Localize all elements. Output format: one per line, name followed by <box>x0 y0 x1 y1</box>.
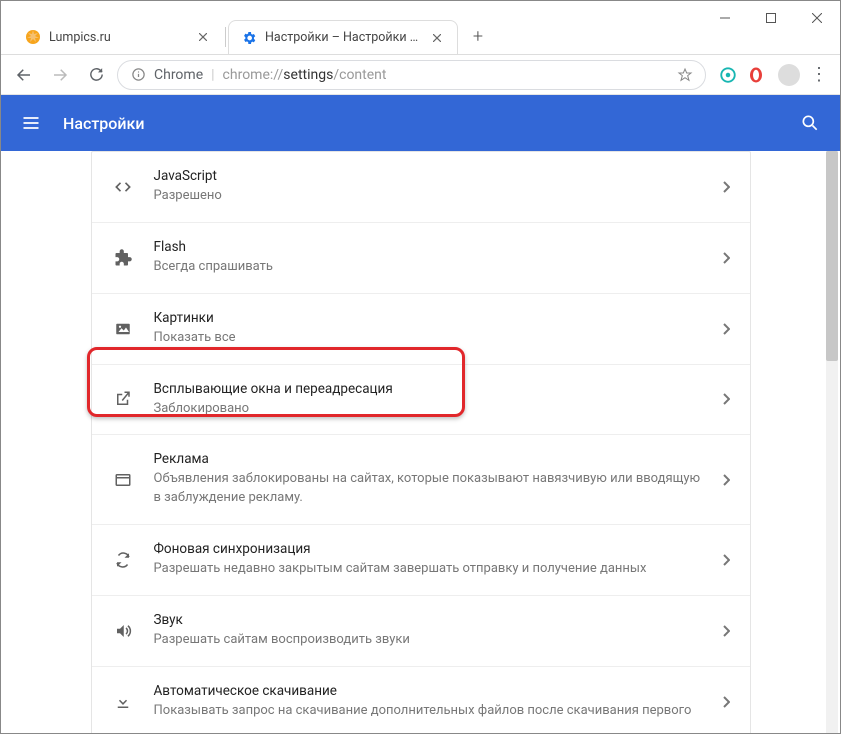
chevron-right-icon <box>722 474 730 486</box>
content-settings-card: JavaScript Разрешено Flash Всегда спраши… <box>91 151 751 733</box>
row-title: Фоновая синхронизация <box>154 541 702 557</box>
row-subtitle: Разрешать сайтам воспроизводить звуки <box>154 631 702 650</box>
chevron-right-icon <box>722 554 730 566</box>
back-button[interactable] <box>9 60 39 90</box>
settings-row-javascript[interactable]: JavaScript Разрешено <box>92 152 750 222</box>
chevron-right-icon <box>722 393 730 405</box>
row-subtitle: Показывать запрос на скачивание дополнит… <box>154 702 702 721</box>
settings-content: JavaScript Разрешено Flash Всегда спраши… <box>1 151 840 733</box>
window-maximize-button[interactable] <box>748 1 794 35</box>
omnibox-chrome-label: Chrome <box>154 67 203 83</box>
window-close-button[interactable] <box>794 1 840 35</box>
row-title: Flash <box>154 239 702 255</box>
omnibox-separator: | <box>211 67 214 83</box>
row-title: Реклама <box>154 451 702 467</box>
row-title: Картинки <box>154 310 702 326</box>
scrollbar-thumb[interactable] <box>826 151 838 361</box>
new-tab-button[interactable]: + <box>464 23 492 51</box>
row-title: JavaScript <box>154 168 702 184</box>
chevron-right-icon <box>722 696 730 708</box>
settings-menu-button[interactable] <box>21 113 41 133</box>
settings-row-images[interactable]: Картинки Показать все <box>92 293 750 364</box>
code-icon <box>112 177 134 197</box>
forward-button[interactable] <box>45 60 75 90</box>
puzzle-icon <box>112 248 134 268</box>
sync-icon <box>112 551 134 569</box>
tab-separator <box>225 27 226 47</box>
favicon-settings-icon <box>241 30 257 46</box>
profile-avatar[interactable] <box>778 64 800 86</box>
settings-row-flash[interactable]: Flash Всегда спрашивать <box>92 222 750 293</box>
row-subtitle: Всегда спрашивать <box>154 258 702 277</box>
chevron-right-icon <box>722 323 730 335</box>
omnibox[interactable]: Chrome | chrome://settings/content <box>117 60 706 90</box>
reload-button[interactable] <box>81 60 111 90</box>
row-subtitle: Показать все <box>154 329 702 348</box>
omnibox-url: chrome://settings/content <box>223 67 387 83</box>
download-icon <box>112 693 134 711</box>
settings-header: Настройки <box>1 95 840 151</box>
favicon-lumpics-icon <box>25 29 41 45</box>
row-title: Всплывающие окна и переадресация <box>154 381 702 397</box>
tab-close-button[interactable] <box>429 30 445 46</box>
settings-row-ads[interactable]: Реклама Объявления заблокированы на сайт… <box>92 434 750 524</box>
window-titlebar <box>1 1 840 19</box>
window-icon <box>112 471 134 489</box>
settings-search-button[interactable] <box>800 113 820 133</box>
settings-row-sound[interactable]: Звук Разрешать сайтам воспроизводить зву… <box>92 595 750 666</box>
extension-icons <box>712 65 772 85</box>
open-in-new-icon <box>112 390 134 408</box>
row-subtitle: Разрешено <box>154 187 702 206</box>
tab-title: Lumpics.ru <box>49 30 187 45</box>
tab-close-button[interactable] <box>195 29 211 45</box>
browser-tab-settings[interactable]: Настройки – Настройки сайта <box>228 20 458 54</box>
chevron-right-icon <box>722 252 730 264</box>
browser-menu-button[interactable]: ⋮ <box>806 64 832 85</box>
row-subtitle: Разрешать недавно закрытым сайтам заверш… <box>154 560 702 579</box>
image-icon <box>112 320 134 338</box>
chevron-right-icon <box>722 181 730 193</box>
settings-row-auto-download[interactable]: Автоматическое скачивание Показывать зап… <box>92 666 750 733</box>
window-controls <box>702 1 840 35</box>
sound-icon <box>112 622 134 640</box>
settings-title: Настройки <box>63 114 144 133</box>
chevron-right-icon <box>722 625 730 637</box>
row-subtitle: Объявления заблокированы на сайтах, кото… <box>154 470 702 508</box>
site-info-icon[interactable] <box>130 60 146 90</box>
settings-row-popups[interactable]: Всплывающие окна и переадресация Заблоки… <box>92 364 750 435</box>
window-minimize-button[interactable] <box>702 1 748 35</box>
row-subtitle: Заблокировано <box>154 400 702 419</box>
extension-icon-opera[interactable] <box>746 65 766 85</box>
row-title: Автоматическое скачивание <box>154 683 702 699</box>
extension-icon-teal[interactable] <box>718 65 738 85</box>
browser-toolbar: Chrome | chrome://settings/content ⋮ <box>1 55 840 95</box>
settings-row-bg-sync[interactable]: Фоновая синхронизация Разрешать недавно … <box>92 524 750 595</box>
bookmark-star-icon[interactable] <box>677 67 693 83</box>
row-title: Звук <box>154 612 702 628</box>
tab-title: Настройки – Настройки сайта <box>265 30 421 45</box>
browser-tab-lumpics[interactable]: Lumpics.ru <box>13 20 223 54</box>
